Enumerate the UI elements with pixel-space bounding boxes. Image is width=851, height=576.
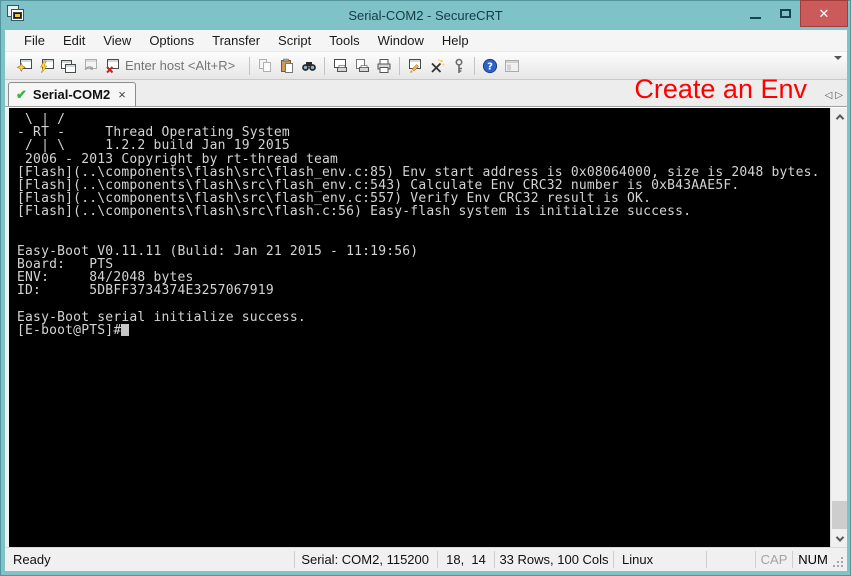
- key-agent-button[interactable]: [448, 55, 470, 77]
- scrollbar-thumb[interactable]: [832, 501, 847, 529]
- status-blank: [707, 548, 755, 571]
- terminal-line: [Flash](..\components\flash\src\flash.c:…: [17, 205, 830, 218]
- terminal-prompt-line: [E-boot@PTS]#: [17, 324, 830, 337]
- close-button[interactable]: ✕: [800, 0, 848, 27]
- maximize-icon: [780, 9, 791, 18]
- menu-edit[interactable]: Edit: [54, 31, 94, 50]
- status-num-indicator: NUM: [793, 548, 833, 571]
- status-grid-size: 33 Rows, 100 Cols: [495, 548, 613, 571]
- status-cursor-position: 18, 14: [438, 548, 494, 571]
- help-button[interactable]: ?: [479, 55, 501, 77]
- terminal-line: [Flash](..\components\flash\src\flash_en…: [17, 166, 830, 179]
- terminal-line: [17, 298, 830, 311]
- disconnect-icon: [103, 58, 121, 74]
- terminal-line: [17, 219, 830, 232]
- status-ready: Ready: [5, 548, 294, 571]
- menu-transfer[interactable]: Transfer: [203, 31, 269, 50]
- toolbar-overflow-button[interactable]: [834, 60, 843, 78]
- print-selection-button[interactable]: [351, 55, 373, 77]
- copy-icon: [256, 58, 274, 74]
- menu-view[interactable]: View: [94, 31, 140, 50]
- disconnect-button[interactable]: [101, 55, 123, 77]
- connect-in-tab-button[interactable]: [57, 55, 79, 77]
- tab-serial-com2[interactable]: ✔ Serial-COM2 ×: [8, 82, 136, 106]
- terminal-prompt: [E-boot@PTS]#: [17, 323, 121, 338]
- chevron-up-icon: [835, 114, 843, 122]
- minimize-button[interactable]: [740, 0, 770, 27]
- connect-in-tab-icon: [59, 58, 77, 74]
- connect-icon: [15, 58, 33, 74]
- svg-text:?: ?: [487, 61, 493, 72]
- menu-file[interactable]: File: [15, 31, 54, 50]
- status-bar: Ready Serial: COM2, 115200 18, 14 33 Row…: [5, 547, 847, 571]
- tab-bar: ✔ Serial-COM2 × Create an Env ◁ ▷: [5, 80, 847, 107]
- tab-label: Serial-COM2: [33, 87, 110, 102]
- vertical-scrollbar[interactable]: [830, 108, 847, 547]
- maximize-button[interactable]: [770, 0, 800, 27]
- quick-connect-button[interactable]: [35, 55, 57, 77]
- terminal-line: Easy-Boot V0.11.11 (Bulid: Jan 21 2015 -…: [17, 245, 830, 258]
- print-setup-button[interactable]: [329, 55, 351, 77]
- menu-script[interactable]: Script: [269, 31, 320, 50]
- help-icon: ?: [481, 58, 499, 74]
- connected-check-icon: ✔: [16, 87, 27, 103]
- session-options-icon: [406, 58, 424, 74]
- paste-button[interactable]: [276, 55, 298, 77]
- terminal-screen[interactable]: \ | / - RT - Thread Operating System / |…: [9, 108, 830, 547]
- title-bar[interactable]: Serial-COM2 - SecureCRT ✕: [0, 0, 851, 30]
- reconnect-button[interactable]: [79, 55, 101, 77]
- menu-bar: File Edit View Options Transfer Script T…: [5, 30, 847, 52]
- menu-help[interactable]: Help: [433, 31, 478, 50]
- session-manager-button[interactable]: [501, 55, 523, 77]
- print-setup-icon: [331, 58, 349, 74]
- tab-close-icon[interactable]: ×: [118, 87, 126, 102]
- print-button[interactable]: [373, 55, 395, 77]
- session-manager-icon: [503, 58, 521, 74]
- terminal-line: ID: 5DBFF3734374E3257067919: [17, 284, 830, 297]
- paste-icon: [278, 58, 296, 74]
- terminal-cursor: [121, 324, 129, 336]
- close-icon: ✕: [819, 7, 830, 20]
- status-emulation: Linux: [614, 548, 706, 571]
- scroll-up-button[interactable]: [831, 108, 848, 125]
- session-options-button[interactable]: [404, 55, 426, 77]
- resize-grip[interactable]: [833, 548, 847, 571]
- annotation-create-an-env: Create an Env: [634, 74, 807, 105]
- print-icon: [375, 58, 393, 74]
- terminal-line: / | \ 1.2.2 build Jan 19 2015: [17, 139, 830, 152]
- enter-host-input[interactable]: [125, 57, 243, 75]
- scroll-down-button[interactable]: [831, 530, 848, 547]
- key-agent-icon: [450, 58, 468, 74]
- reconnect-icon: [81, 58, 99, 74]
- find-icon: [300, 58, 318, 74]
- keymap-editor-button[interactable]: [426, 55, 448, 77]
- status-caps-indicator: CAP: [756, 548, 792, 571]
- chevron-down-icon: [835, 533, 843, 541]
- terminal-line: 2006 - 2013 Copyright by rt-thread team: [17, 153, 830, 166]
- menu-options[interactable]: Options: [140, 31, 203, 50]
- status-serial: Serial: COM2, 115200: [295, 548, 437, 571]
- window-title: Serial-COM2 - SecureCRT: [0, 8, 851, 23]
- print-selection-icon: [353, 58, 371, 74]
- terminal-line: Easy-Boot serial initialize success.: [17, 311, 830, 324]
- connect-button[interactable]: [13, 55, 35, 77]
- securecrt-window: Serial-COM2 - SecureCRT ✕ File Edit View…: [0, 0, 851, 576]
- menu-tools[interactable]: Tools: [320, 31, 368, 50]
- tab-scroll-left-icon[interactable]: ◁: [825, 90, 833, 101]
- minimize-icon: [750, 17, 761, 19]
- chevron-down-icon: [834, 56, 842, 77]
- tab-scroll-right-icon[interactable]: ▷: [835, 90, 843, 101]
- menu-window[interactable]: Window: [369, 31, 433, 50]
- terminal-line: [17, 232, 830, 245]
- quick-connect-icon: [37, 58, 55, 74]
- keymap-editor-icon: [428, 58, 446, 74]
- copy-button[interactable]: [254, 55, 276, 77]
- find-button[interactable]: [298, 55, 320, 77]
